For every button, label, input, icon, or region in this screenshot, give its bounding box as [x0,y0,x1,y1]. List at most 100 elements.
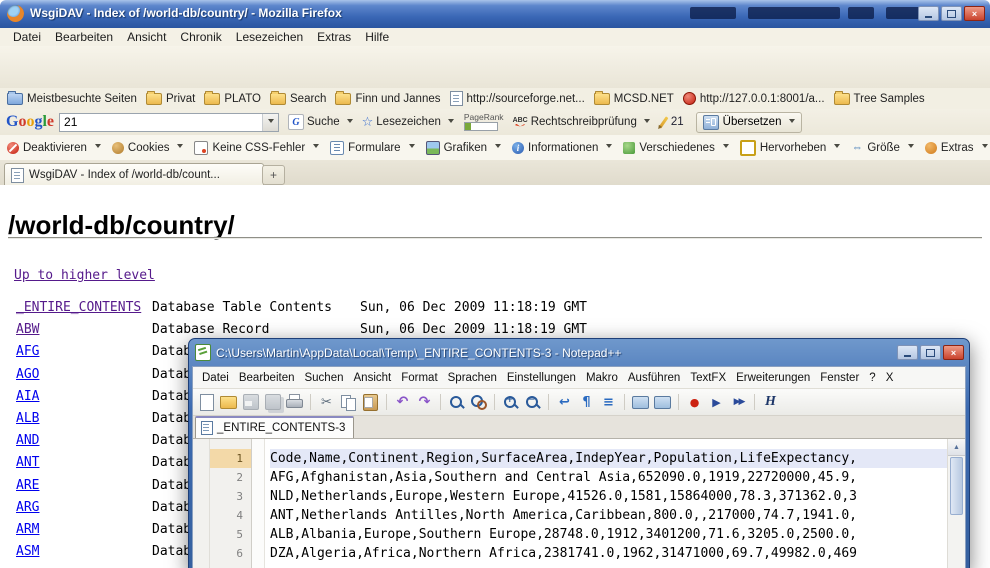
playback-macro-icon[interactable]: ▶ [708,394,725,411]
notepad-titlebar[interactable]: C:\Users\Martin\AppData\Local\Temp\_ENTI… [192,339,966,366]
entry-link[interactable]: AND [16,433,39,448]
webdev-extras[interactable]: Extras [925,142,988,154]
bookmark-finn-und-jannes[interactable]: Finn und Jannes [335,93,440,105]
npp-menu-erweiterungen[interactable]: Erweiterungen [731,371,815,385]
google-search-input[interactable] [60,114,262,130]
webdev-informationen[interactable]: Informationen [512,142,612,154]
bookmark-mcsd[interactable]: MCSD.NET [594,93,674,105]
npp-menu-ausfuehren[interactable]: Ausführen [623,371,685,385]
up-to-higher-level-link[interactable]: Up to higher level [14,268,155,283]
function-list-icon[interactable] [654,396,671,409]
npp-menu-x[interactable]: X [881,371,899,385]
npp-menu-einstellungen[interactable]: Einstellungen [502,371,581,385]
npp-menu-fenster[interactable]: Fenster [815,371,864,385]
notepad-window[interactable]: C:\Users\Martin\AppData\Local\Temp\_ENTI… [188,338,970,568]
menu-lesezeichen[interactable]: Lesezeichen [229,29,310,45]
indent-guide-icon[interactable]: ≡ [600,394,617,411]
entry-link[interactable]: ARM [16,522,39,537]
webdev-groesse[interactable]: Größe [851,142,914,154]
menu-ansicht[interactable]: Ansicht [120,29,173,45]
entry-link[interactable]: ANT [16,455,39,470]
translate-button[interactable]: Übersetzen [696,112,803,133]
webdev-deaktivieren[interactable]: Deaktivieren [7,142,101,154]
npp-menu-suchen[interactable]: Suchen [299,371,348,385]
webdev-css[interactable]: Keine CSS-Fehler [194,141,319,155]
firefox-titlebar[interactable]: WsgiDAV - Index of /world-db/country/ - … [0,0,990,29]
editor-text-area[interactable]: Code,Name,Continent,Region,SurfaceArea,I… [265,439,965,568]
find-icon[interactable] [448,394,465,411]
bookmark-margin[interactable] [193,439,210,568]
npp-menu-textfx[interactable]: TextFX [685,371,731,385]
menu-extras[interactable]: Extras [310,29,358,45]
npp-menu-sprachen[interactable]: Sprachen [443,371,502,385]
show-all-characters-icon[interactable]: ¶ [578,394,595,411]
line-number-gutter[interactable]: 1 2 3 4 5 6 [210,439,252,568]
bookmark-sourceforge[interactable]: http://sourceforge.net... [450,91,585,106]
notepad-editor[interactable]: 1 2 3 4 5 6 Code,Name,Continent,Region,S… [193,439,965,568]
maximize-button[interactable] [941,6,962,21]
pagerank-widget[interactable]: PageRank [464,113,504,131]
bookmark-search[interactable]: Search [270,93,326,105]
npp-menu-bearbeiten[interactable]: Bearbeiten [234,371,300,385]
open-file-icon[interactable] [220,396,237,409]
entry-link[interactable]: AGO [16,367,39,382]
entry-link[interactable]: ASM [16,544,39,559]
search-history-dropdown[interactable] [262,114,278,131]
webdev-formulare[interactable]: Formulare [330,141,414,155]
menu-bearbeiten[interactable]: Bearbeiten [48,29,120,45]
google-search-button[interactable]: GSuche [288,114,353,130]
new-file-icon[interactable] [200,394,214,411]
bookmark-plato[interactable]: PLATO [204,93,261,105]
vertical-scrollbar[interactable]: ▲ [947,439,965,568]
menu-chronik[interactable]: Chronik [173,29,228,45]
doc-map-icon[interactable] [632,396,649,409]
notepad-minimize-button[interactable] [897,345,918,360]
scrollbar-thumb[interactable] [950,457,963,515]
html-preview-icon[interactable]: H [762,394,779,411]
zoom-out-icon[interactable]: − [524,394,541,411]
cut-icon[interactable]: ✂ [318,394,335,411]
entry-link[interactable]: AIA [16,389,39,404]
replace-icon[interactable] [470,394,487,411]
npp-menu-help[interactable]: ? [864,371,880,385]
entry-link[interactable]: ALB [16,411,39,426]
save-file-icon[interactable] [243,394,259,410]
minimize-button[interactable] [918,6,939,21]
entry-link[interactable]: AFG [16,344,39,359]
fold-margin[interactable] [252,439,265,568]
redo-icon[interactable]: ↷ [416,394,433,411]
new-tab-button[interactable]: + [262,165,285,185]
entry-link[interactable]: _ENTIRE_CONTENTS [16,300,141,315]
menu-datei[interactable]: Datei [6,29,48,45]
entry-link[interactable]: ARE [16,478,39,493]
google-search-box[interactable] [59,113,279,132]
undo-icon[interactable]: ↶ [394,394,411,411]
word-wrap-icon[interactable]: ↩ [556,394,573,411]
npp-menu-datei[interactable]: Datei [197,371,234,385]
entry-link[interactable]: ARG [16,500,39,515]
notepad-close-button[interactable]: × [943,345,964,360]
notepad-maximize-button[interactable] [920,345,941,360]
zoom-in-icon[interactable]: + [502,394,519,411]
print-icon[interactable] [287,395,303,409]
npp-menu-makro[interactable]: Makro [581,371,623,385]
webdev-verschiedenes[interactable]: Verschiedenes [623,142,728,154]
bookmark-most-visited[interactable]: Meistbesuchte Seiten [7,93,137,105]
paste-icon[interactable] [363,394,378,411]
tab-wsgidav[interactable]: WsgiDAV - Index of /world-db/count... [4,163,264,186]
notepad-tab-active[interactable]: _ENTIRE_CONTENTS-3 [195,416,354,438]
entry-link[interactable]: ABW [16,322,39,337]
google-bookmarks-button[interactable]: ☆Lesezeichen [362,114,454,130]
webdev-cookies[interactable]: Cookies [112,142,184,154]
spellcheck-button[interactable]: ABCRechtschreibprüfung [513,116,650,128]
menu-hilfe[interactable]: Hilfe [358,29,396,45]
pencil-icon[interactable] [658,116,668,128]
bookmark-tree-samples[interactable]: Tree Samples [834,93,925,105]
webdev-grafiken[interactable]: Grafiken [426,141,501,155]
copy-icon[interactable] [340,394,357,411]
npp-menu-ansicht[interactable]: Ansicht [349,371,397,385]
bookmark-privat[interactable]: Privat [146,93,195,105]
run-macro-multiple-icon[interactable]: ▶▶ [730,394,747,411]
close-button[interactable]: × [964,6,985,21]
scroll-up-icon[interactable]: ▲ [948,439,965,456]
